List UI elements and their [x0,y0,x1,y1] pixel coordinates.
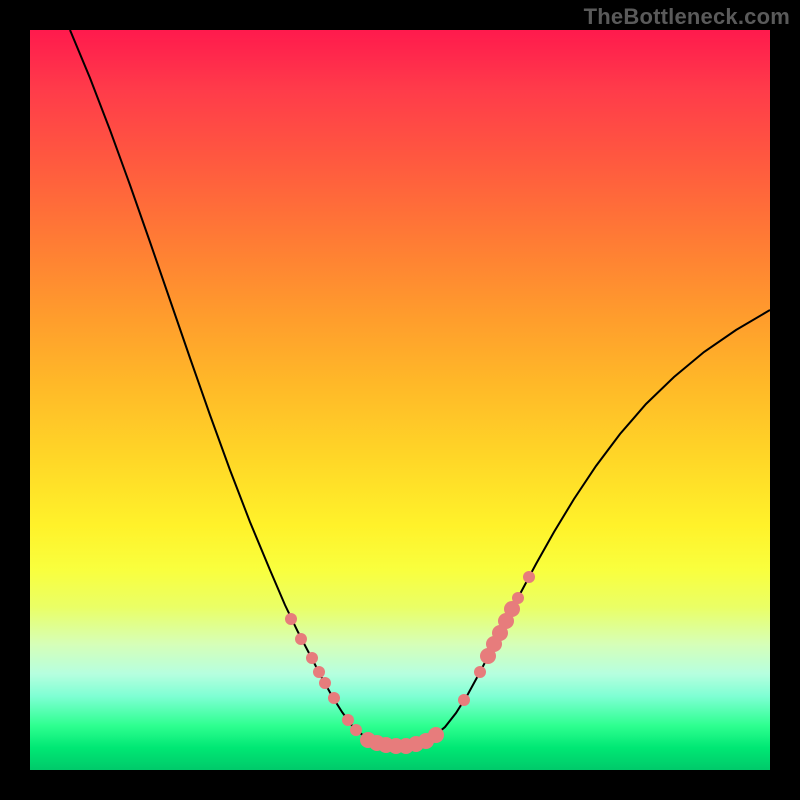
highlight-dot [285,613,297,625]
highlight-dot [474,666,486,678]
plot-area [30,30,770,770]
highlight-dot [319,677,331,689]
outer-frame: TheBottleneck.com [0,0,800,800]
highlight-dots-group [285,571,535,754]
chart-svg [30,30,770,770]
highlight-dot [428,727,444,743]
highlight-dot [295,633,307,645]
highlight-dot [523,571,535,583]
highlight-dot [350,724,362,736]
highlight-dot [512,592,524,604]
highlight-dot [306,652,318,664]
highlight-dot [342,714,354,726]
watermark-text: TheBottleneck.com [584,4,790,30]
bottleneck-curve [70,30,770,746]
highlight-dot [328,692,340,704]
highlight-dot [313,666,325,678]
highlight-dot [458,694,470,706]
